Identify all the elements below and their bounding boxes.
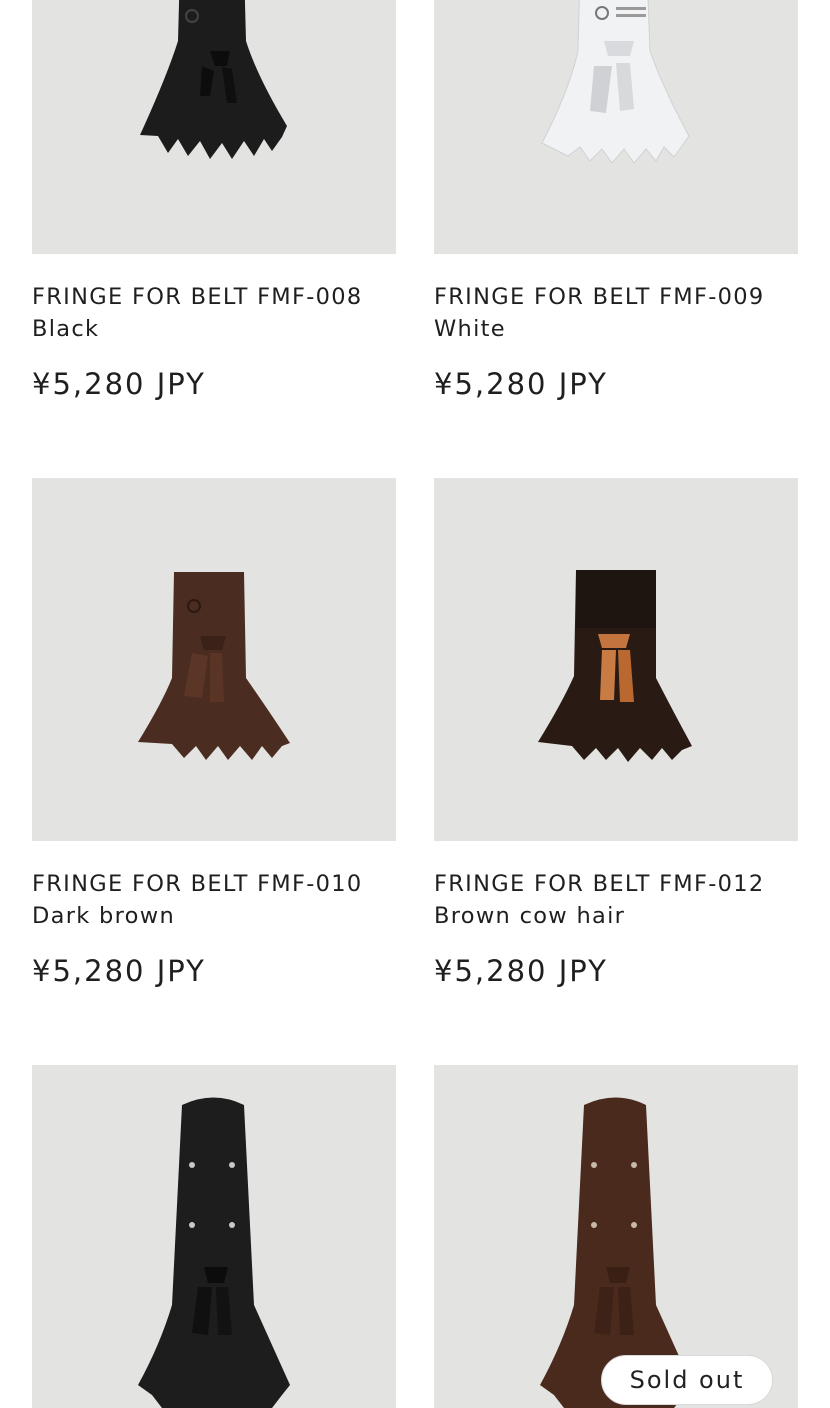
product-price: ¥5,280 JPY (32, 954, 206, 988)
product-title[interactable]: FRINGE FOR BELT FMF-010 Dark brown (32, 868, 412, 932)
product-title-line1: FRINGE FOR BELT FMF-008 (32, 284, 363, 310)
product-title-line2: Dark brown (32, 903, 176, 929)
product-image[interactable] (32, 0, 396, 254)
product-title-line2: White (434, 316, 506, 342)
product-image[interactable] (434, 478, 798, 841)
product-price: ¥5,280 JPY (32, 367, 206, 401)
product-image[interactable] (32, 478, 396, 841)
product-title-line1: FRINGE FOR BELT FMF-009 (434, 284, 765, 310)
product-title-line1: FRINGE FOR BELT FMF-012 (434, 871, 765, 897)
product-image[interactable] (32, 1065, 396, 1408)
product-price: ¥5,280 JPY (434, 367, 608, 401)
product-title-line2: Brown cow hair (434, 903, 626, 929)
product-price: ¥5,280 JPY (434, 954, 608, 988)
product-title[interactable]: FRINGE FOR BELT FMF-012 Brown cow hair (434, 868, 814, 932)
sold-out-badge: Sold out (601, 1355, 773, 1405)
product-title-line1: FRINGE FOR BELT FMF-010 (32, 871, 363, 897)
product-title[interactable]: FRINGE FOR BELT FMF-009 White (434, 281, 814, 345)
product-image[interactable] (434, 0, 798, 254)
product-title-line2: Black (32, 316, 100, 342)
product-title[interactable]: FRINGE FOR BELT FMF-008 Black (32, 281, 412, 345)
